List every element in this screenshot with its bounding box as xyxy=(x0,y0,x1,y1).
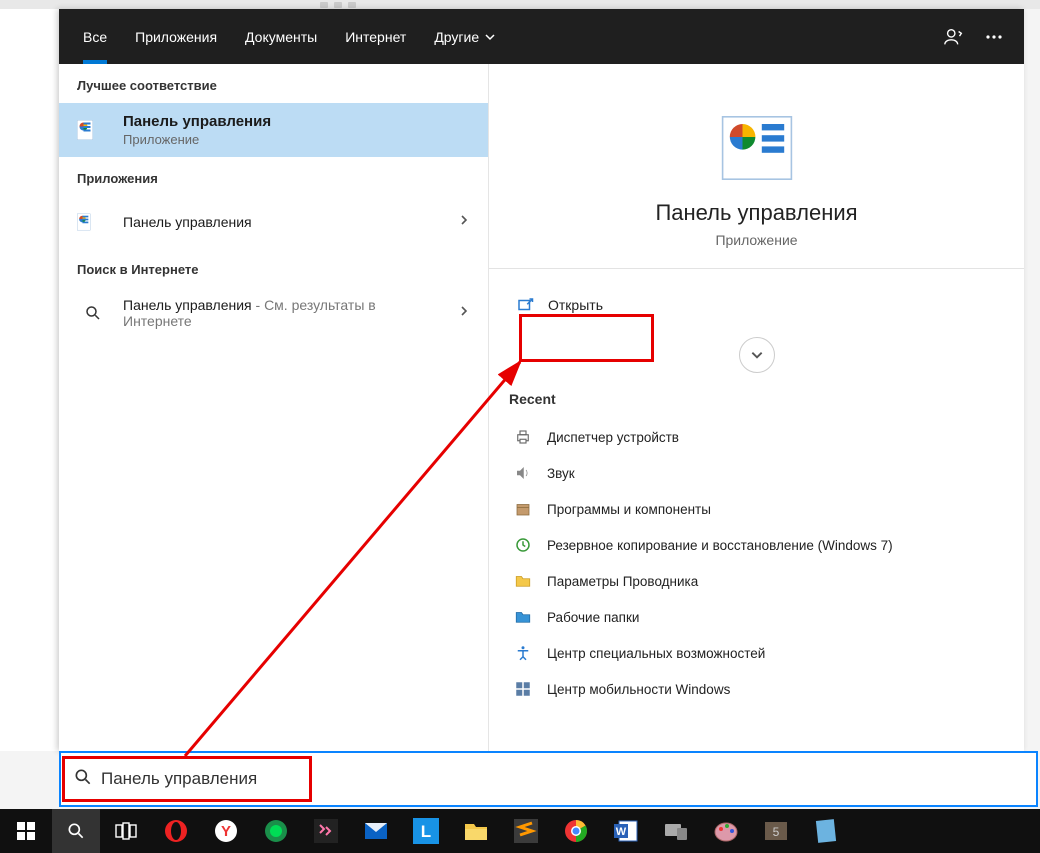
search-tabs: Все Приложения Документы Интернет Другие xyxy=(59,9,1024,64)
speaker-icon xyxy=(513,463,533,483)
tab-more[interactable]: Другие xyxy=(420,9,509,64)
taskbar-app-browser[interactable] xyxy=(252,809,300,853)
taskbar-app-explorer[interactable] xyxy=(452,809,500,853)
package-icon xyxy=(513,499,533,519)
taskbar-app-sublime[interactable] xyxy=(502,809,550,853)
start-button[interactable] xyxy=(2,809,50,853)
search-input[interactable] xyxy=(101,769,1024,789)
mobility-icon xyxy=(513,679,533,699)
tab-all[interactable]: Все xyxy=(69,9,121,64)
recent-item[interactable]: Центр мобильности Windows xyxy=(509,671,1004,707)
tab-docs[interactable]: Документы xyxy=(231,9,331,64)
section-apps: Приложения xyxy=(59,157,488,196)
taskbar: Y L W 5 xyxy=(0,809,1040,853)
result-app-item[interactable]: Панель управления xyxy=(59,196,488,248)
taskbar-app-paint[interactable] xyxy=(702,809,750,853)
tab-web[interactable]: Интернет xyxy=(331,9,420,64)
recent-label: Recent xyxy=(509,391,1004,407)
chevron-down-icon xyxy=(750,348,764,362)
svg-text:Y: Y xyxy=(221,823,231,840)
search-results-panel: Все Приложения Документы Интернет Другие… xyxy=(59,9,1024,751)
taskbar-app-device[interactable] xyxy=(652,809,700,853)
recent-item[interactable]: Параметры Проводника xyxy=(509,563,1004,599)
recent-item[interactable]: Звук xyxy=(509,455,1004,491)
open-icon xyxy=(516,296,534,314)
section-best-match: Лучшее соответствие xyxy=(59,64,488,103)
chevron-right-icon xyxy=(458,213,470,231)
result-title: Панель управления xyxy=(123,214,444,230)
tab-apps[interactable]: Приложения xyxy=(121,9,231,64)
result-web-item[interactable]: Панель управления - См. результаты в Инт… xyxy=(59,287,488,339)
taskbar-app-mail[interactable] xyxy=(352,809,400,853)
folder-options-icon xyxy=(513,571,533,591)
task-view-button[interactable] xyxy=(102,809,150,853)
feedback-icon[interactable] xyxy=(934,9,974,64)
background-ribbon xyxy=(0,0,1040,9)
left-gutter xyxy=(0,9,59,751)
expand-button[interactable] xyxy=(739,337,775,373)
accessibility-icon xyxy=(513,643,533,663)
chevron-down-icon xyxy=(485,32,495,42)
taskbar-search-box[interactable] xyxy=(59,751,1038,807)
section-web: Поиск в Интернете xyxy=(59,248,488,287)
taskbar-search-button[interactable] xyxy=(52,809,100,853)
recent-item[interactable]: Рабочие папки xyxy=(509,599,1004,635)
taskbar-app-opera[interactable] xyxy=(152,809,200,853)
taskbar-app-word[interactable]: W xyxy=(602,809,650,853)
taskbar-app-notes[interactable] xyxy=(802,809,850,853)
preview-title: Панель управления xyxy=(509,200,1004,226)
results-list: Лучшее соответствие Панель управления Пр… xyxy=(59,64,489,751)
divider xyxy=(489,268,1024,269)
more-options-icon[interactable] xyxy=(974,9,1014,64)
preview-pane: Панель управления Приложение Открыть Rec… xyxy=(489,64,1024,751)
result-title: Панель управления - См. результаты в Инт… xyxy=(123,297,444,329)
control-panel-icon xyxy=(77,114,109,146)
taskbar-app-editor[interactable] xyxy=(302,809,350,853)
recent-item[interactable]: Диспетчер устройств xyxy=(509,419,1004,455)
recent-item[interactable]: Резервное копирование и восстановление (… xyxy=(509,527,1004,563)
svg-text:W: W xyxy=(616,826,627,838)
control-panel-icon xyxy=(77,206,109,238)
result-subtitle: Приложение xyxy=(123,132,470,147)
taskbar-app-generic[interactable]: 5 xyxy=(752,809,800,853)
result-best-match[interactable]: Панель управления Приложение xyxy=(59,103,488,157)
recent-item[interactable]: Центр специальных возможностей xyxy=(509,635,1004,671)
search-icon xyxy=(77,297,109,329)
open-button[interactable]: Открыть xyxy=(509,283,1004,327)
preview-subtitle: Приложение xyxy=(509,232,1004,248)
open-label: Открыть xyxy=(548,297,603,313)
result-title: Панель управления xyxy=(123,113,470,130)
recent-item[interactable]: Программы и компоненты xyxy=(509,491,1004,527)
preview-app-icon xyxy=(509,114,1004,182)
backup-icon xyxy=(513,535,533,555)
svg-text:L: L xyxy=(421,822,431,841)
taskbar-app-yandex[interactable]: Y xyxy=(202,809,250,853)
chevron-right-icon xyxy=(458,304,470,322)
search-icon xyxy=(73,767,93,792)
taskbar-app-l[interactable]: L xyxy=(402,809,450,853)
printer-icon xyxy=(513,427,533,447)
work-folders-icon xyxy=(513,607,533,627)
taskbar-app-chrome[interactable] xyxy=(552,809,600,853)
svg-text:5: 5 xyxy=(773,825,780,839)
